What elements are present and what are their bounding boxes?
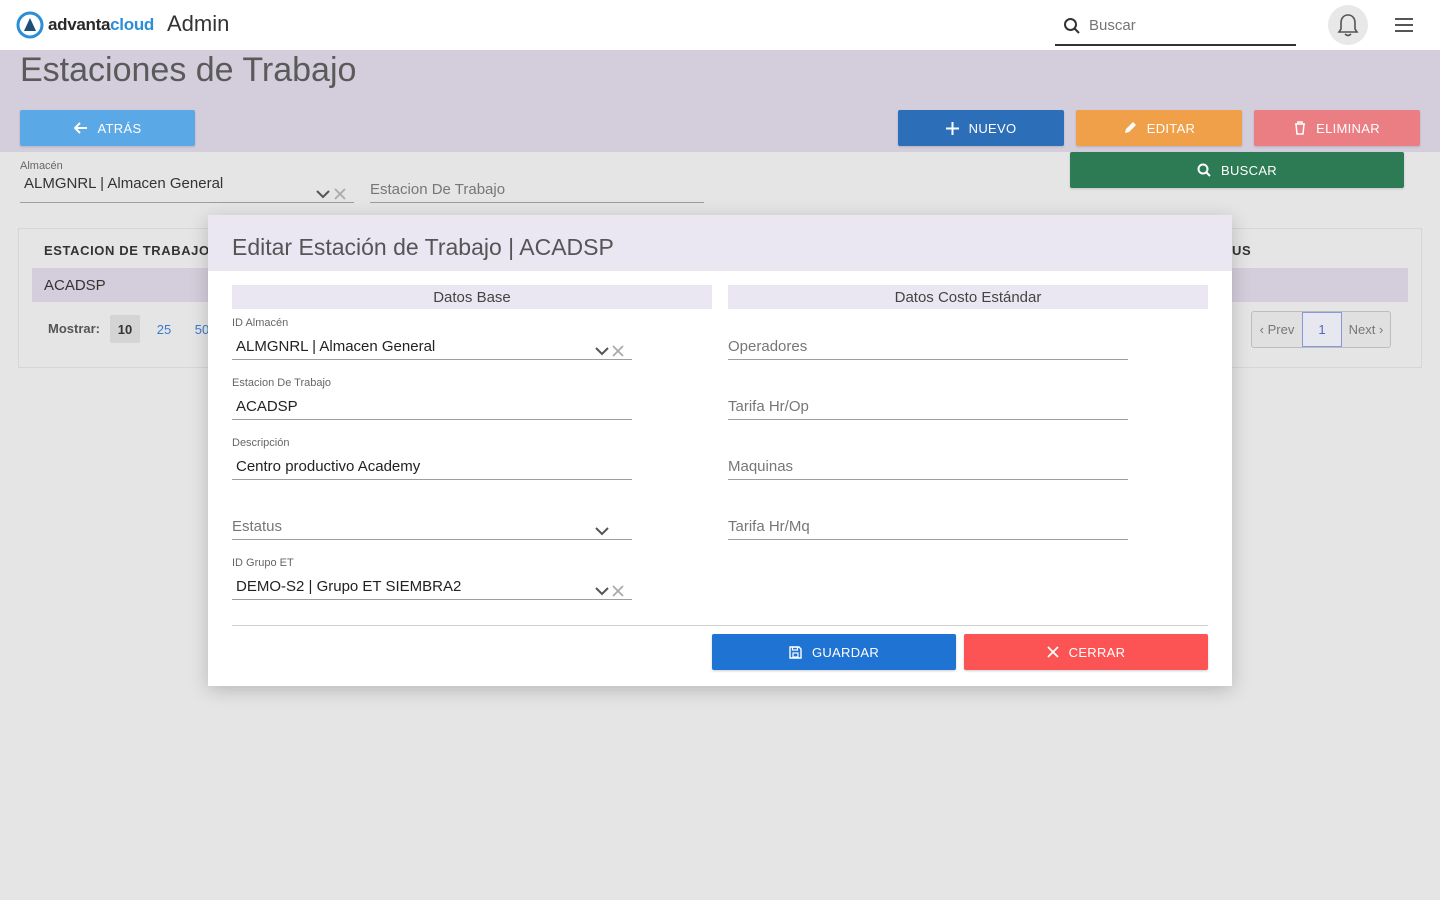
delete-button-label: ELIMINAR [1316,120,1380,136]
almacen-filter-select[interactable]: ALMGNRL | Almacen General [20,175,354,203]
close-button-label: CERRAR [1068,644,1126,660]
grupo-et-select[interactable]: DEMO-S2 | Grupo ET SIEMBRA2 [232,576,632,600]
section-datos-costo: Datos Costo Estándar [728,285,1208,309]
chevron-down-icon[interactable] [595,526,609,536]
pencil-icon [1124,122,1136,133]
estacion-input[interactable]: ACADSP [232,396,632,420]
page-size-10[interactable]: 10 [110,315,140,343]
search-icon [1064,17,1080,34]
tarifa-hr-mq-input[interactable]: Tarifa Hr/Mq [728,516,1128,540]
chevron-down-icon[interactable] [316,189,330,199]
plus-icon [945,121,959,135]
edit-modal: Editar Estación de Trabajo | ACADSP Dato… [208,215,1232,686]
hamburger-menu-icon[interactable] [1394,16,1414,34]
notifications-button[interactable] [1328,5,1368,45]
almacen-filter-label: Almacén [20,160,63,172]
chevron-down-icon[interactable] [595,586,609,596]
logo-text: advantacloud [48,15,154,34]
operadores-input[interactable]: Operadores [728,336,1128,360]
almacen-filter-value: ALMGNRL | Almacen General [24,175,224,192]
logo-icon [16,11,44,39]
close-icon [1047,646,1059,658]
column-header-estacion[interactable]: ESTACION DE TRABAJO [44,243,210,258]
new-button[interactable]: NUEVO [898,110,1064,146]
pager-next[interactable]: Next › [1342,312,1390,347]
back-button-label: ATRÁS [97,120,142,136]
id-almacen-label: ID Almacén [232,317,289,329]
new-button-label: NUEVO [968,120,1017,136]
clear-icon[interactable] [612,345,624,357]
tarifa-hr-op-input[interactable]: Tarifa Hr/Op [728,396,1128,420]
clear-icon[interactable] [612,585,624,597]
estacion-filter-input[interactable]: Estacion De Trabajo [370,181,704,203]
floppy-disk-icon [789,645,802,659]
search-icon [1197,163,1211,177]
pagination: ‹ Prev 1 Next › [1251,311,1391,348]
section-datos-base: Datos Base [232,285,712,309]
save-button-label: GUARDAR [811,644,880,660]
back-button[interactable]: ATRÁS [20,110,195,146]
page-title: Estaciones de Trabajo [20,51,357,89]
grupo-et-label: ID Grupo ET [232,557,294,569]
page-size-label: Mostrar: [48,321,101,336]
app-title: Admin [167,11,230,36]
maquinas-input[interactable]: Maquinas [728,456,1128,480]
search-button[interactable]: BUSCAR [1070,152,1404,188]
estatus-select[interactable]: Estatus [232,516,632,540]
bell-icon [1337,14,1359,37]
top-navbar: advantacloud Admin [0,0,1440,50]
global-search[interactable] [1055,7,1296,46]
estacion-label: Estacion De Trabajo [232,377,332,389]
delete-button[interactable]: ELIMINAR [1254,110,1420,146]
id-almacen-select[interactable]: ALMGNRL | Almacen General [232,336,632,360]
column-header-estatus[interactable]: US [1232,243,1251,258]
modal-divider [232,625,1208,626]
clear-icon[interactable] [334,188,346,200]
pager-prev[interactable]: ‹ Prev [1252,312,1302,347]
arrow-left-icon [73,122,87,134]
save-button[interactable]: GUARDAR [712,634,956,670]
edit-button[interactable]: EDITAR [1076,110,1242,146]
edit-button-label: EDITAR [1146,120,1196,136]
descripcion-input[interactable]: Centro productivo Academy [232,456,632,480]
advantacloud-logo[interactable]: advantacloud [16,11,154,39]
search-input[interactable] [1089,17,1279,34]
page-size-25[interactable]: 25 [150,315,178,343]
table-cell-estacion: ACADSP [44,277,106,294]
close-button[interactable]: CERRAR [964,634,1208,670]
pager-page-1[interactable]: 1 [1302,312,1342,347]
descripcion-label: Descripción [232,437,290,449]
chevron-down-icon[interactable] [595,346,609,356]
trash-icon [1295,121,1306,135]
modal-title: Editar Estación de Trabajo | ACADSP [232,234,614,260]
search-button-label: BUSCAR [1221,162,1277,178]
